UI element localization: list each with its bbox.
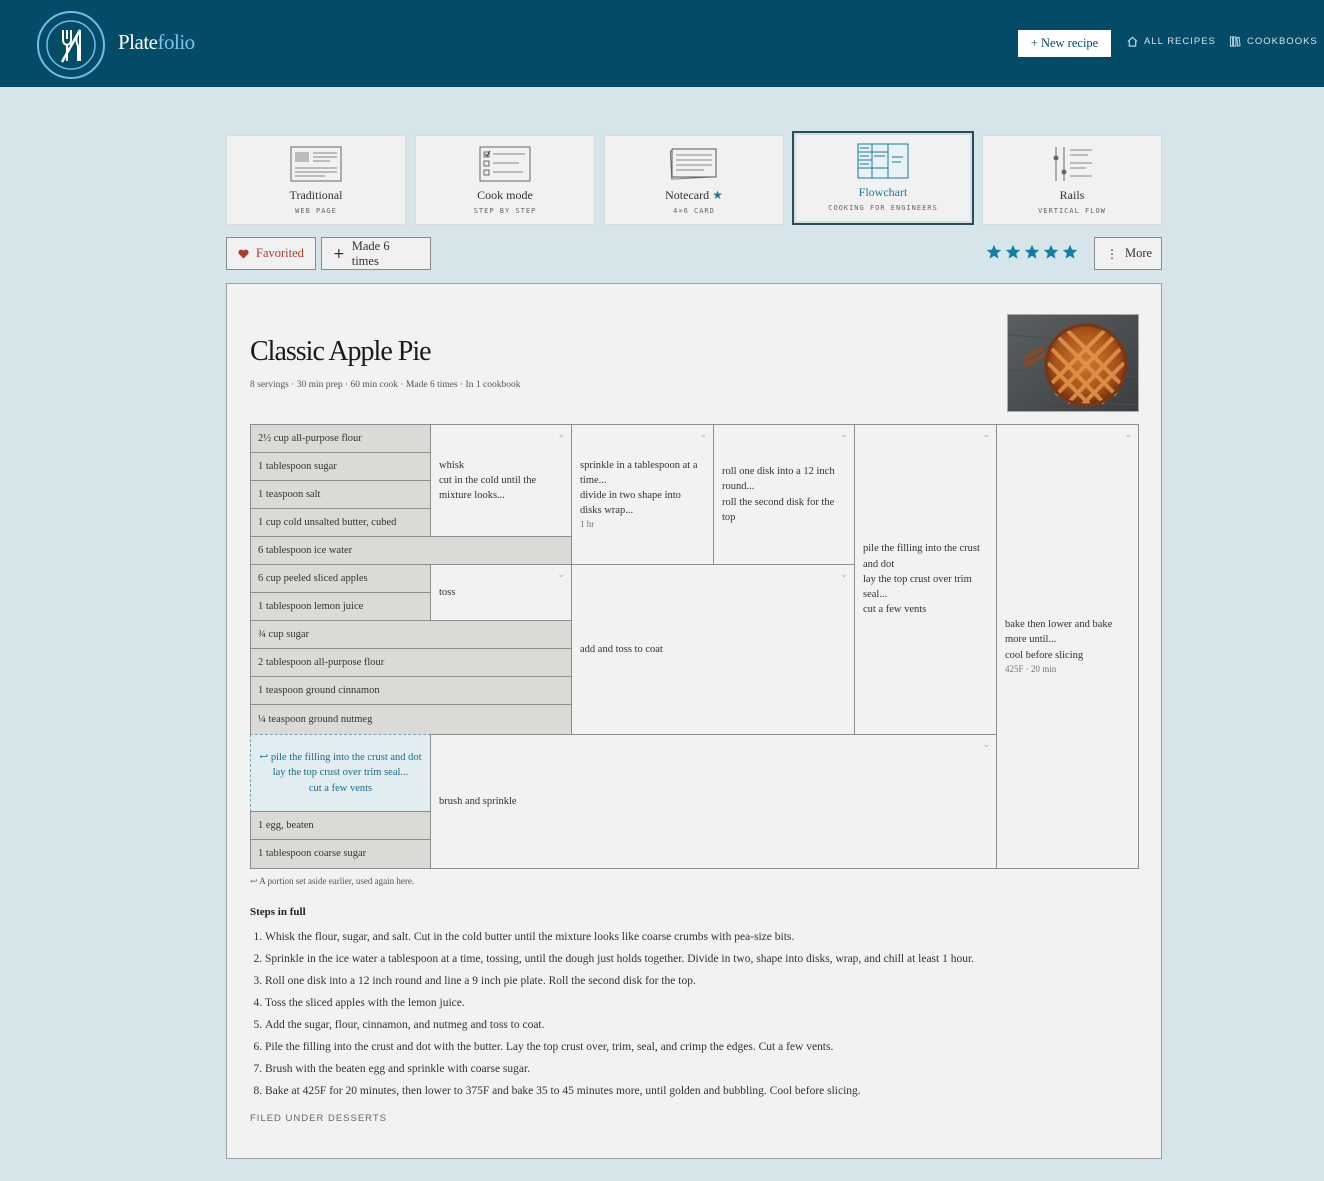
- step-pile[interactable]: ⌄ pile the filling into the crust and do…: [854, 424, 997, 735]
- star-icon[interactable]: [1062, 244, 1078, 260]
- chevron-down-icon[interactable]: ⌄: [699, 429, 707, 442]
- reuse-footnote: ↩ A portion set aside earlier, used agai…: [250, 876, 415, 886]
- chevron-down-icon[interactable]: ⌄: [557, 569, 565, 582]
- chevron-down-icon[interactable]: ⌄: [982, 739, 990, 752]
- ingredient-cell: 1 tablespoon sugar: [250, 452, 431, 481]
- ingredient-cell: 1 tablespoon coarse sugar: [250, 839, 431, 869]
- step-item: Whisk the flour, sugar, and salt. Cut in…: [265, 926, 1130, 948]
- ingredient-cell: ¼ teaspoon ground nutmeg: [250, 704, 572, 735]
- chevron-down-icon[interactable]: ⌄: [840, 569, 848, 582]
- ingredient-cell: 6 cup peeled sliced apples: [250, 564, 431, 593]
- step-item: Sprinkle in the ice water a tablespoon a…: [265, 948, 1130, 970]
- view-rails[interactable]: Rails VERTICAL FLOW: [982, 135, 1162, 225]
- flowchart-icon: [857, 143, 909, 179]
- chevron-down-icon[interactable]: ⌄: [840, 429, 848, 442]
- category-tag[interactable]: FILED UNDER DESSERTS: [250, 1113, 387, 1124]
- ingredient-cell: 2½ cup all-purpose flour: [250, 424, 431, 453]
- step-item: Bake at 425F for 20 minutes, then lower …: [265, 1080, 1130, 1102]
- more-button[interactable]: ⋮ More: [1094, 237, 1162, 270]
- chevron-down-icon[interactable]: ⌄: [1124, 429, 1132, 442]
- ingredient-cell: 6 tablespoon ice water: [250, 536, 572, 565]
- platefolio-logo-icon[interactable]: [36, 10, 106, 80]
- new-recipe-button[interactable]: + New recipe: [1018, 30, 1111, 57]
- step-item: Roll one disk into a 12 inch round and l…: [265, 970, 1130, 992]
- step-whisk[interactable]: ⌄ whisk cut in the cold until the mixtur…: [430, 424, 572, 537]
- cookbooks-link[interactable]: COOKBOOKS: [1229, 36, 1318, 47]
- recipe-title: Classic Apple Pie: [250, 336, 432, 367]
- chevron-down-icon[interactable]: ⌄: [557, 429, 565, 442]
- all-recipes-link[interactable]: ALL RECIPES: [1127, 36, 1216, 47]
- ingredient-cell: 2 tablespoon all-purpose flour: [250, 648, 572, 677]
- top-bar: Platefolio + New recipe ALL RECIPES COOK…: [0, 0, 1324, 87]
- ingredient-cell: 1 teaspoon ground cinnamon: [250, 676, 572, 705]
- step-add-toss[interactable]: ⌄ add and toss to coat: [571, 564, 855, 735]
- step-item: Brush with the beaten egg and sprinkle w…: [265, 1058, 1130, 1080]
- notecard-icon: [669, 148, 717, 180]
- plus-icon: +: [333, 245, 345, 262]
- step-item: Toss the sliced apples with the lemon ju…: [265, 992, 1130, 1014]
- steps-list: Whisk the flour, sugar, and salt. Cut in…: [250, 926, 1130, 1102]
- star-icon: ★: [712, 188, 723, 202]
- favorited-button[interactable]: Favorited: [226, 237, 316, 270]
- apple-pie-photo: [1007, 314, 1139, 412]
- star-icon[interactable]: [1043, 244, 1059, 260]
- step-item: Add the sugar, flour, cinnamon, and nutm…: [265, 1014, 1130, 1036]
- step-bake[interactable]: ⌄ bake then lower and bake more until...…: [996, 424, 1139, 869]
- steps-heading: Steps in full: [250, 906, 306, 918]
- ingredient-cell: 1 cup cold unsalted butter, cubed: [250, 508, 431, 537]
- web-page-icon: [290, 146, 342, 182]
- view-flowchart[interactable]: Flowchart COOKING FOR ENGINEERS: [792, 131, 974, 225]
- step-brush[interactable]: ⌄ brush and sprinkle: [430, 734, 997, 869]
- view-traditional[interactable]: Traditional WEB PAGE: [226, 135, 406, 225]
- star-icon[interactable]: [986, 244, 1002, 260]
- ingredient-cell: ¾ cup sugar: [250, 620, 572, 649]
- star-icon[interactable]: [1024, 244, 1040, 260]
- return-arrow-icon: ↩: [259, 752, 269, 764]
- books-icon: [1229, 36, 1241, 47]
- step-roll[interactable]: ⌄ roll one disk into a 12 inch round... …: [713, 424, 855, 565]
- step-item: Pile the filling into the crust and dot …: [265, 1036, 1130, 1058]
- home-icon: [1127, 36, 1138, 47]
- reused-portion-cell[interactable]: ↩ pile the filling into the crust and do…: [250, 734, 431, 812]
- made-count-button[interactable]: + Made 6 times: [321, 237, 431, 270]
- ingredient-cell: 1 egg, beaten: [250, 811, 431, 840]
- view-cook-mode[interactable]: Cook mode STEP BY STEP: [415, 135, 595, 225]
- view-notecard[interactable]: Notecard ★ 4×6 CARD: [604, 135, 784, 225]
- kebab-icon: ⋮: [1106, 246, 1118, 261]
- star-icon[interactable]: [1005, 244, 1021, 260]
- recipe-meta: 8 servings · 30 min prep · 60 min cook ·…: [250, 380, 521, 390]
- heart-icon: [238, 249, 249, 259]
- rails-icon: [1053, 147, 1092, 181]
- chevron-down-icon[interactable]: ⌄: [982, 429, 990, 442]
- ingredient-cell: 1 teaspoon salt: [250, 480, 431, 509]
- step-toss[interactable]: ⌄ toss: [430, 564, 572, 621]
- step-sprinkle[interactable]: ⌄ sprinkle in a tablespoon at a time... …: [571, 424, 714, 565]
- checklist-icon: [479, 146, 531, 182]
- rating-stars[interactable]: [986, 244, 1078, 260]
- brand-name[interactable]: Platefolio: [118, 30, 195, 55]
- ingredient-cell: 1 tablespoon lemon juice: [250, 592, 431, 621]
